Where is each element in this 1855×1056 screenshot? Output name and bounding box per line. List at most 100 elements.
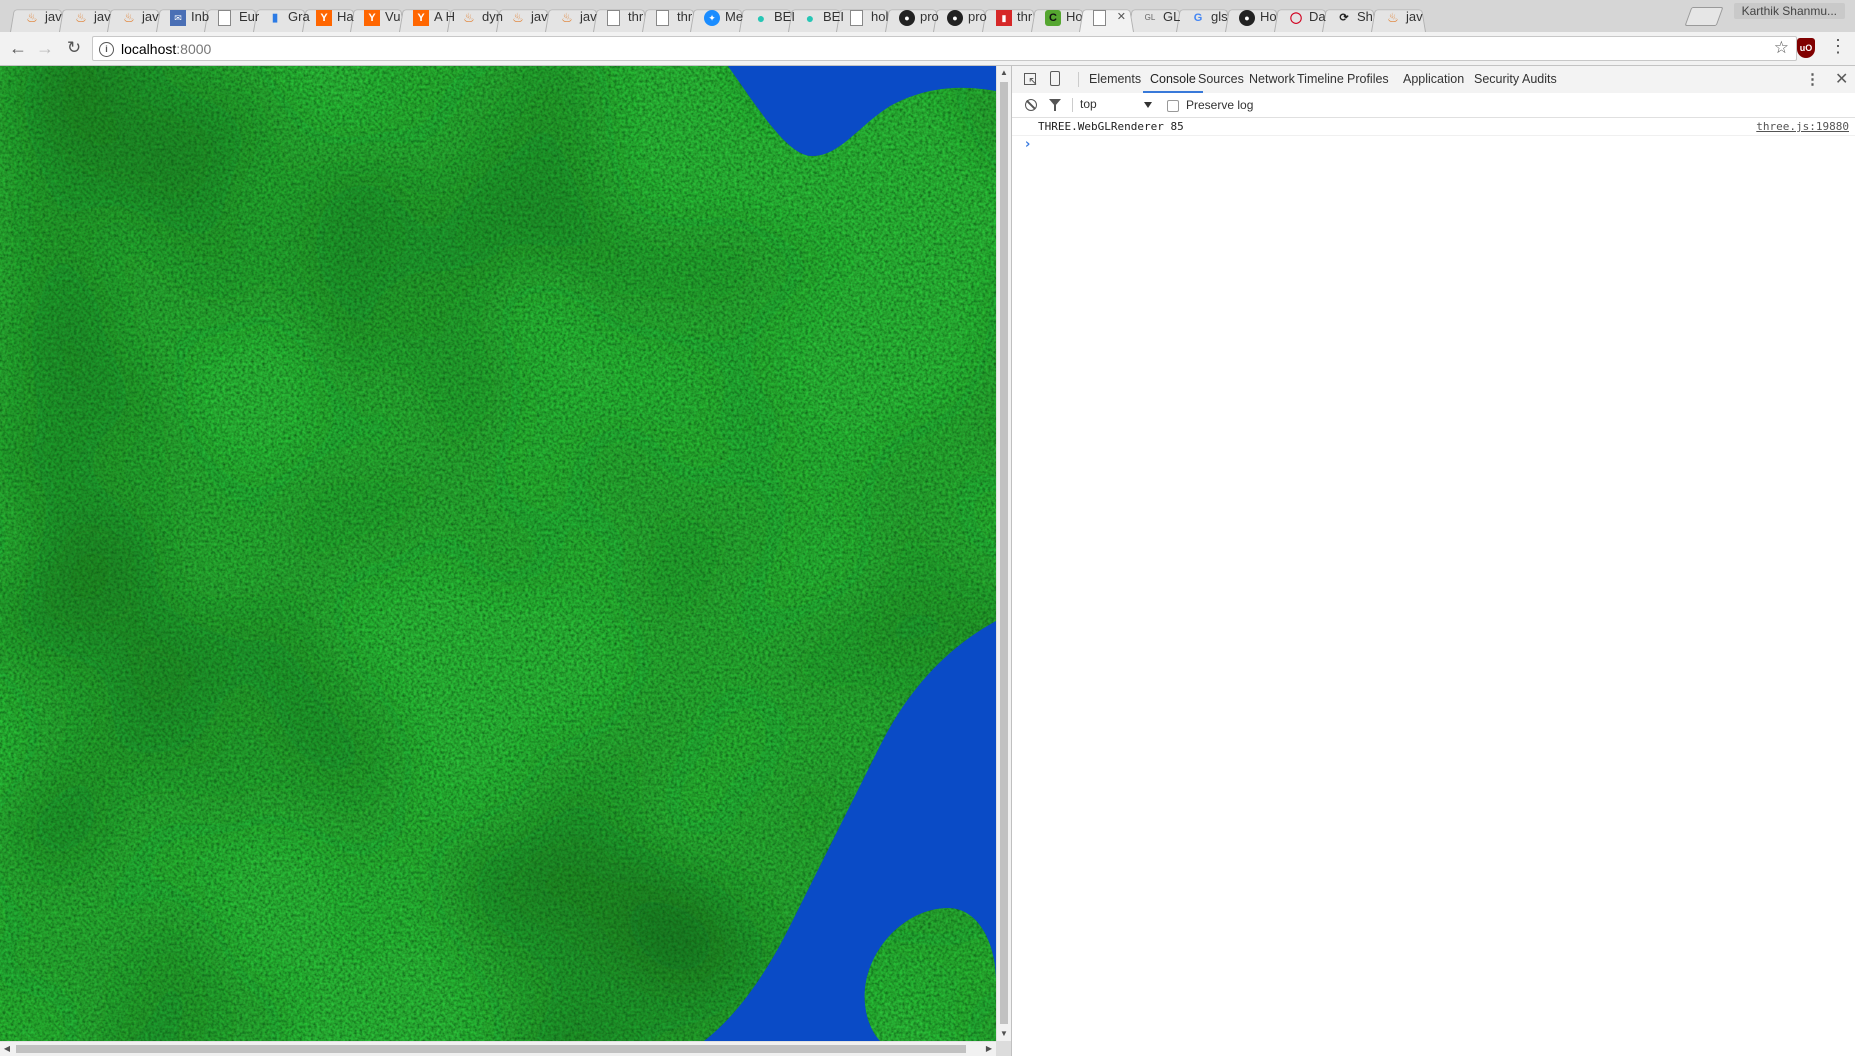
java-icon: ♨ [75,10,87,25]
shift-icon: ⟳ [1339,12,1349,24]
devtools-tab-profiles[interactable]: Profiles [1340,66,1396,93]
tab-strip: ♨ jav ♨ jav ♨ jav ✉ Inb Eur ▮ Gra Y Ha Y Vu Y A H ♨ dyn ♨ ja… [0,0,1855,33]
java-icon: ♨ [512,10,524,25]
tab-title: gls [1211,9,1228,24]
ublock-extension-icon[interactable]: uO [1797,38,1815,58]
horizontal-scroll-thumb[interactable] [16,1045,966,1053]
tab-title: Ha [337,9,354,24]
tab-title: pro [968,9,987,24]
filter-icon[interactable] [1049,99,1061,111]
console-toolbar: top Preserve log [1012,93,1855,118]
messenger-icon: ✦ [704,10,720,26]
new-tab-button[interactable] [1684,7,1724,26]
back-arrow-icon[interactable]: ← [6,36,30,60]
console-prompt[interactable]: › [1012,136,1855,154]
forward-arrow-icon[interactable]: → [33,36,57,60]
vertical-scroll-thumb[interactable] [1000,82,1008,1024]
tab-title: Me [725,9,744,24]
browser-tab[interactable]: ♨ jav [1367,2,1430,32]
tab-title: jav [531,9,548,24]
vertical-scrollbar[interactable]: ▲ ▼ [996,66,1011,1041]
tab-title: BEI [774,9,795,24]
oracle-icon: ◯ [1289,12,1303,24]
github-icon: ● [899,10,915,26]
dot-icon: ● [805,10,815,26]
tab-title: thr [1017,9,1033,24]
document-icon [607,10,620,26]
tab-title: Vu [385,9,401,24]
document-icon [218,10,231,26]
tab-close-icon[interactable]: ✕ [1117,2,1126,32]
address-bar[interactable]: i localhost:8000 ☆ [92,36,1797,61]
profile-button[interactable]: Karthik Shanmu... [1733,3,1845,19]
browser-menu-icon[interactable]: ⋮ [1829,36,1847,57]
reload-icon[interactable]: ↻ [62,36,86,60]
tab-title: GL [1163,9,1181,24]
tab-title: Sh [1357,9,1373,24]
browser-tab[interactable]: ✕ [1075,2,1138,32]
github-icon: ● [947,10,963,26]
context-selector[interactable]: top [1080,97,1097,111]
tab-title: pro [920,9,939,24]
devtools-tab-application[interactable]: Application [1396,66,1471,93]
console-source-link[interactable]: three.js:19880 [1756,118,1849,135]
document-icon [850,10,863,26]
console-messages: THREE.WebGLRenderer 85 three.js:19880 › [1012,118,1855,154]
tab-title: thr [677,9,693,24]
java-icon: ♨ [123,10,135,25]
dot-icon: ● [756,10,766,26]
url-text[interactable]: localhost:8000 [121,41,211,57]
tab-title: Eur [239,9,260,24]
ycombinator-icon: Y [364,10,380,26]
console-message: THREE.WebGLRenderer 85 three.js:19880 [1012,118,1855,136]
ycombinator-icon: Y [316,10,332,26]
preserve-log-label: Preserve log [1186,98,1254,112]
scroll-left-arrow-icon[interactable]: ◀ [0,1042,14,1056]
tab-title: thr [628,9,644,24]
info-icon[interactable]: i [99,42,114,57]
java-icon: ♨ [26,10,38,25]
tab-title: A H [434,9,455,24]
tab-title: jav [1406,9,1423,24]
gl-icon: GL [1144,13,1156,22]
codeguru-icon: C [1045,10,1061,26]
tab-title: BEI [823,9,844,24]
tab-title: jav [580,9,597,24]
mail-icon: ✉ [170,10,186,26]
chart-icon: ▮ [271,12,279,24]
document-icon [656,10,669,26]
clear-console-icon[interactable] [1025,99,1037,111]
scroll-down-arrow-icon[interactable]: ▼ [997,1027,1011,1041]
github-icon: ● [1239,10,1255,26]
devtools-tab-audits[interactable]: Audits [1515,66,1564,93]
url-host: localhost [121,41,177,57]
toolbar-divider [1072,98,1073,112]
devtools-panel: Elements Console Sources Network Timeline Pro… [1011,66,1855,1056]
tab-title: dyn [482,9,503,24]
java-icon: ♨ [1387,10,1399,25]
scroll-right-arrow-icon[interactable]: ▶ [982,1042,996,1056]
tab-title: Gra [288,9,310,24]
tab-title: Da [1309,9,1326,24]
ycombinator-icon: Y [413,10,429,26]
webgl-canvas[interactable] [0,66,996,1041]
preserve-log-checkbox[interactable] [1167,100,1179,112]
devtools-tab-elements[interactable]: Elements [1082,66,1148,93]
horizontal-scrollbar[interactable]: ◀ ▶ [0,1041,996,1056]
java-icon: ♨ [463,10,475,25]
tab-title: jav [142,9,159,24]
devtools-tab-bar: Elements Console Sources Network Timeline Pro… [1012,66,1855,94]
java-icon: ♨ [561,10,573,25]
scroll-up-arrow-icon[interactable]: ▲ [997,66,1011,80]
dropdown-arrow-icon[interactable] [1144,102,1152,108]
google-icon: G [1193,12,1203,24]
prompt-chevron-icon: › [1025,137,1031,152]
tab-title: jav [94,9,111,24]
browser-toolbar: ← → ↻ i localhost:8000 ☆ uO ⋮ [0,32,1855,66]
devtools-close-icon[interactable]: ✕ [1835,69,1848,89]
bookmark-star-icon[interactable]: ☆ [1774,38,1789,58]
device-toolbar-icon[interactable] [1050,71,1060,86]
devtools-more-icon[interactable]: ⋮ [1805,70,1820,88]
document-icon [1093,10,1106,26]
inspect-element-icon[interactable] [1024,73,1038,89]
